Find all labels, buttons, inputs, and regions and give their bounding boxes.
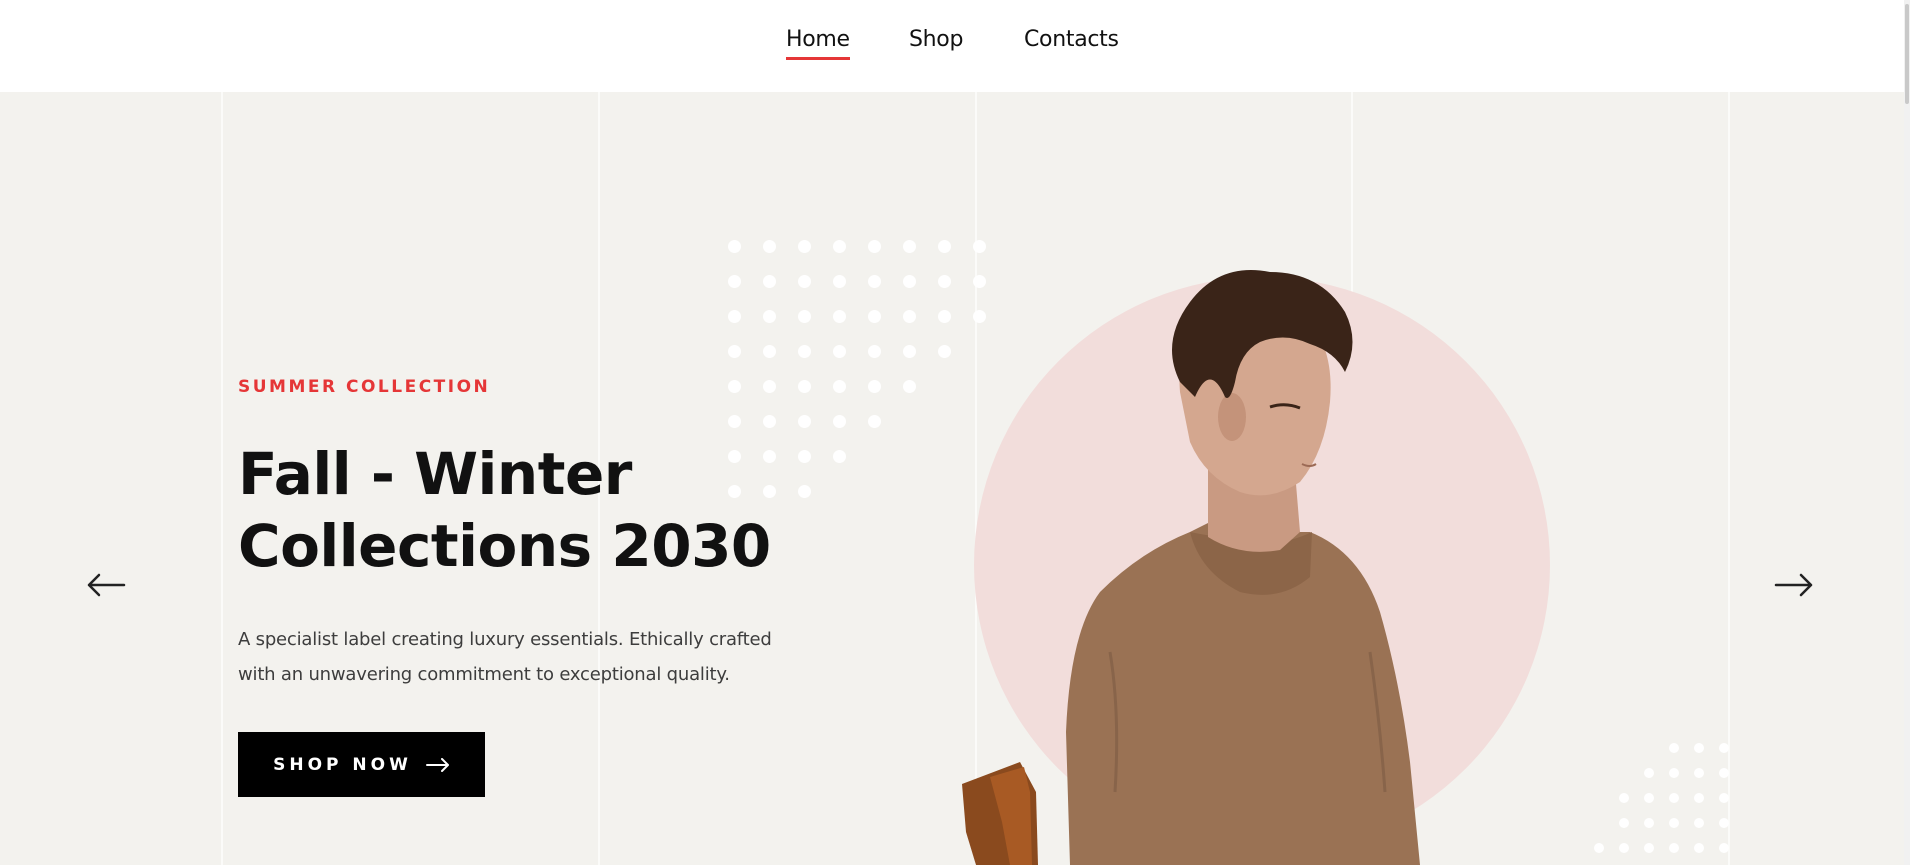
shop-now-button[interactable]: SHOP NOW [238, 732, 485, 797]
dot [1644, 793, 1654, 803]
shop-now-label: SHOP NOW [273, 754, 412, 775]
main-nav: Home Shop Contacts [0, 26, 1910, 66]
dot [1619, 793, 1629, 803]
dot [763, 415, 776, 428]
dot [1644, 818, 1654, 828]
prev-slide-arrow-icon[interactable] [86, 572, 126, 598]
dot [763, 345, 776, 358]
dot [798, 415, 811, 428]
hero-slider: SUMMER COLLECTION Fall - Winter Collecti… [0, 92, 1910, 865]
dot [1694, 743, 1704, 753]
hero-title-line-1: Fall - Winter [238, 440, 632, 508]
next-slide-arrow-icon[interactable] [1774, 572, 1814, 598]
dot [1669, 843, 1679, 853]
dot [903, 275, 916, 288]
dot [798, 275, 811, 288]
dot [868, 310, 881, 323]
dot [903, 240, 916, 253]
dot [798, 485, 811, 498]
dot [798, 380, 811, 393]
dot [868, 240, 881, 253]
dot [763, 275, 776, 288]
dot [1669, 768, 1679, 778]
dot [1719, 743, 1729, 753]
dot [833, 240, 846, 253]
dot [763, 380, 776, 393]
dot [1694, 768, 1704, 778]
dot [833, 345, 846, 358]
hero-description: A specialist label creating luxury essen… [238, 622, 838, 692]
dot [798, 450, 811, 463]
hero-subtitle: SUMMER COLLECTION [238, 377, 491, 397]
dot [833, 310, 846, 323]
dot [798, 345, 811, 358]
dot [1719, 818, 1729, 828]
hero-model-image [962, 270, 1420, 865]
dot [1669, 743, 1679, 753]
dot [1719, 793, 1729, 803]
dot [728, 240, 741, 253]
nav-home-link[interactable]: Home [786, 26, 850, 60]
hero-description-line-2: with an unwavering commitment to excepti… [238, 664, 730, 685]
dot [763, 240, 776, 253]
nav-contacts-link[interactable]: Contacts [1024, 26, 1119, 54]
hero-title: Fall - Winter Collections 2030 [238, 438, 798, 582]
site-header: Home Shop Contacts [0, 0, 1910, 92]
dot [1694, 793, 1704, 803]
dot [1619, 843, 1629, 853]
dot [728, 310, 741, 323]
dot [1594, 843, 1604, 853]
dot [1669, 818, 1679, 828]
dot [798, 310, 811, 323]
dot [763, 310, 776, 323]
dot [833, 275, 846, 288]
dot [1694, 843, 1704, 853]
dot [728, 380, 741, 393]
dot [1719, 843, 1729, 853]
page: Home Shop Contacts SUMMER COLLECTION Fal… [0, 0, 1910, 865]
dot [868, 415, 881, 428]
dot [1719, 768, 1729, 778]
dot [833, 380, 846, 393]
dot [833, 415, 846, 428]
hero-description-line-1: A specialist label creating luxury essen… [238, 629, 772, 650]
dot [728, 415, 741, 428]
scrollbar-thumb[interactable] [1905, 4, 1909, 104]
dot [728, 275, 741, 288]
dot [1644, 768, 1654, 778]
nav-shop-link[interactable]: Shop [909, 26, 963, 54]
dot [903, 380, 916, 393]
dot [1644, 843, 1654, 853]
dot [903, 310, 916, 323]
dot [1669, 793, 1679, 803]
dot [868, 345, 881, 358]
page-scrollbar[interactable] [1904, 0, 1910, 865]
dot [903, 345, 916, 358]
dot [868, 380, 881, 393]
dot [1619, 818, 1629, 828]
dot [1694, 818, 1704, 828]
arrow-right-icon [425, 757, 449, 772]
dot [833, 450, 846, 463]
dot [728, 345, 741, 358]
dot [868, 275, 881, 288]
dot [798, 240, 811, 253]
grid-line [221, 92, 223, 865]
hero-title-line-2: Collections 2030 [238, 512, 771, 580]
